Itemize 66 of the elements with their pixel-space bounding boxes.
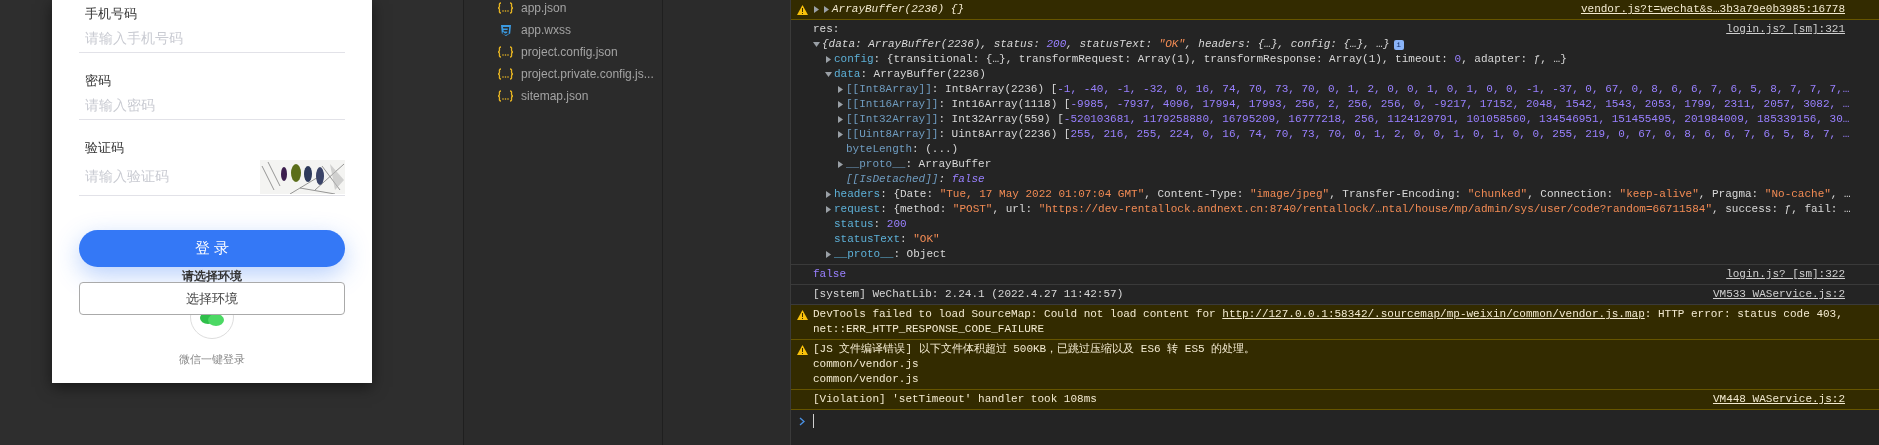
file-name[interactable]: sitemap.json [521,87,589,105]
field-label: 密码 [84,72,112,90]
disclosure-triangle-icon[interactable] [825,71,832,78]
field-label: 验证码 [84,139,125,157]
disclosure-triangle-icon[interactable] [837,131,844,138]
warning-icon [796,310,808,320]
console-line: [[Uint8Array]]: Uint8Array(2236) [255, 216, 255, 224, 0, 16, 74, 70, 73, 70, 0, 1, 2, 0, 0, 1, 0, 1, 0, 0, 255, 219, 0, 67, 0, 8, 6, 6, 7, 6, 5, 8, 7, … [846,127,1850,142]
file-name[interactable]: project.config.json [521,43,618,61]
console-line: data: ArrayBuffer(2236) [834,67,986,82]
console-line: net::ERR_HTTP_RESPONSE_CODE_FAILURE [813,322,1045,337]
console-line: {data: ArrayBuffer(2236), status: 200, statusText: "OK", headers: {…}, config: {…}, …} [822,37,1390,52]
file-name[interactable]: app.json [521,0,567,17]
warning-icon [796,345,808,355]
console-line: byteLength: (...) [846,142,959,157]
console-line: request: {method: "POST", url: "https://dev-rentallock.andnext.cn:8740/rentallock/…ntal/house/mp/admin/sys/user/code?random=66711584", success: ƒ, fail: … [834,202,1851,217]
wechat-login-label[interactable]: 微信一键登录 [79,351,345,368]
disclosure-triangle-icon[interactable] [825,251,832,258]
console-line: [[Int32Array]]: Int32Array(559) [-520103681, 1179258880, 16795209, 16777218, 256, 1124129791, 101058560, 134546951, 151455495, 201984009, 185339156, 30… [846,112,1850,127]
console-line: [JS 文件编译错误] 以下文件体积超过 500KB，已跳过压缩以及 ES6 转 ES5 的处理。 [813,342,1256,357]
braces-icon [498,46,513,58]
console-line: DevTools failed to load SourceMap: Could not load content for http://127.0.0.1:58342/.sourcemap/mp-weixin/common/vendor.js.map: HTTP error: status code 403, [813,307,1843,322]
console-line: [[IsDetached]]: false [846,172,985,187]
braces-icon [498,90,513,102]
console-line: [[Int16Array]]: Int16Array(1118) [-9985, -7937, 4096, 17994, 17993, 256, 2, 256, 256, 0, -9217, 17152, 2048, 1542, 1543, 2053, 1799, 2311, 2057, 3082, … [846,97,1850,112]
source-link[interactable]: VM533 WAService.js:2 [1712,287,1845,302]
source-map-link[interactable]: http://127.0.0.1:58342/.sourcemap/mp-weixin/common/vendor.js.map [1222,308,1645,320]
source-link[interactable]: login.js? [sm]:322 [1726,267,1845,282]
disclosure-triangle-icon[interactable] [837,161,844,168]
braces-icon [498,2,513,14]
console-line: res: [813,22,840,37]
console-line: [Violation] 'setTimeout' handler took 108ms [813,392,1097,407]
console-line: common/vendor.js [813,357,919,372]
field-label: 手机号码 [84,5,138,23]
console-line: status: 200 [834,217,907,232]
console-line: config: {transitional: {…}, transformRequest: Array(1), transformResponse: Array(1), timeout: 0, adapter: ƒ, …} [834,52,1567,67]
disclosure-triangle-icon[interactable] [837,116,844,123]
environment-hint: 请选择环境 [181,269,243,283]
disclosure-triangle-icon[interactable] [813,6,820,13]
css-icon [499,24,512,36]
file-name[interactable]: app.wxss [521,21,572,39]
disclosure-triangle-icon[interactable] [825,191,832,198]
file-name[interactable]: project.private.config.js... [521,65,654,83]
source-link[interactable]: vendor.js?t=wechat&s…3b3a79e0b3985:16778 [1580,2,1845,17]
console-line: headers: {Date: "Tue, 17 May 2022 01:07:04 GMT", Content-Type: "image/jpeg", Transfer-Encoding: "chunked", Connection: "keep-alive", Pragma: "No-cache", … [834,187,1851,202]
console-line: __proto__: ArrayBuffer [846,157,992,172]
source-link[interactable]: VM448 WAService.js:2 [1712,392,1845,407]
disclosure-triangle-icon[interactable] [825,206,832,213]
disclosure-triangle-icon[interactable] [823,6,830,13]
braces-icon [498,68,513,80]
console-line: [system] WeChatLib: 2.24.1 (2022.4.27 11:42:57) [813,287,1124,302]
console-line: common/vendor.js [813,372,919,387]
console-line: statusText: "OK" [834,232,940,247]
disclosure-triangle-icon[interactable] [837,101,844,108]
console-line: false [813,267,846,282]
console-line: __proto__: Object [834,247,947,262]
prompt-chevron-icon [799,416,805,426]
console-line: ArrayBuffer(2236) {} [832,2,965,17]
source-link[interactable]: login.js? [sm]:321 [1726,22,1845,37]
disclosure-triangle-icon[interactable] [825,56,832,63]
login-button[interactable]: 登 录 [79,230,345,267]
disclosure-triangle-icon[interactable] [837,86,844,93]
disclosure-triangle-icon[interactable] [813,41,820,48]
environment-button[interactable]: 选择环境 [79,282,345,315]
console-line: [[Int8Array]]: Int8Array(2236) [-1, -40, -1, -32, 0, 16, 74, 70, 73, 70, 0, 1, 2, 0, 0, 1, 0, 1, 0, 0, -1, -37, 0, 67, 0, 8, 6, 6, 7, 6, 5, 8, 7, 7, 7,… [846,82,1850,97]
info-badge[interactable]: i [1393,39,1404,50]
warning-icon [796,5,808,15]
